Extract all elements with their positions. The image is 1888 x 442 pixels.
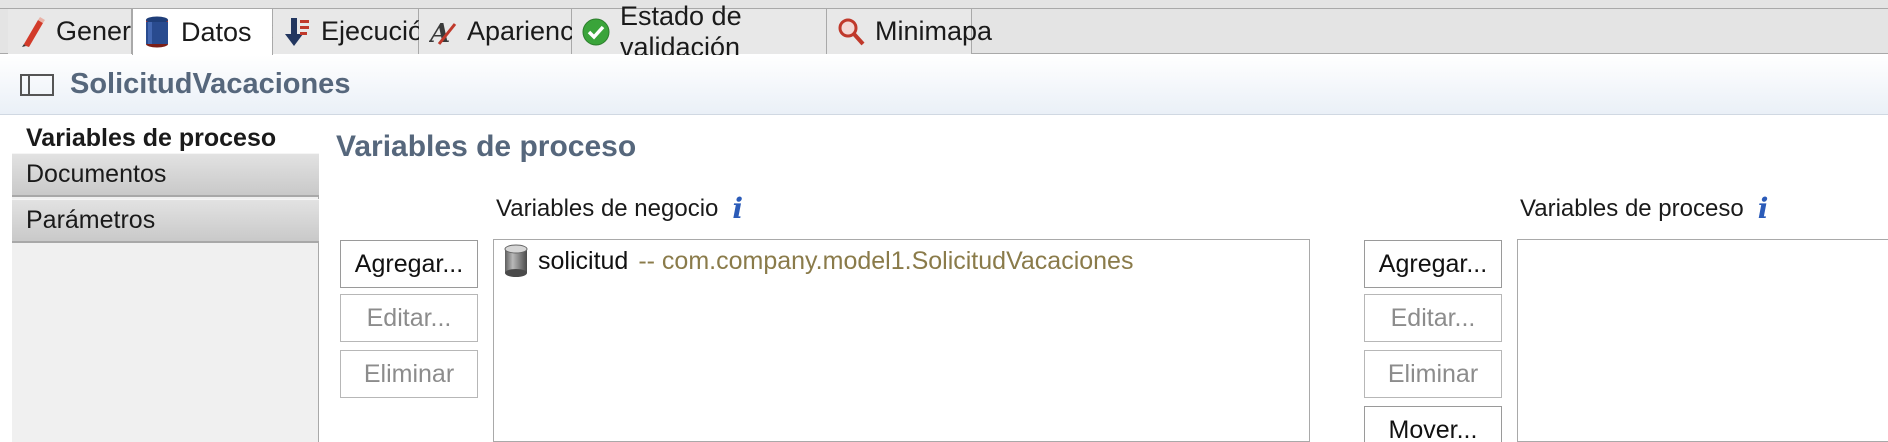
tab-estado-validacion[interactable]: Estado de validación xyxy=(572,1,827,62)
editor-title: SolicitudVacaciones xyxy=(70,68,351,100)
section-nav: Variables de proceso Documentos Parámetr… xyxy=(12,117,319,442)
section-title: Variables de proceso xyxy=(336,130,637,163)
process-variables-label: Variables de proceso i xyxy=(1520,192,1768,225)
editor-header: SolicitudVacaciones xyxy=(0,55,1888,115)
variable-icon xyxy=(504,244,528,278)
tab-label: Estado de validación xyxy=(620,0,742,62)
appearance-icon: A xyxy=(427,16,457,49)
process-move-button[interactable]: Mover... xyxy=(1364,406,1502,442)
business-variables-label: Variables de negocio i xyxy=(496,192,743,225)
nav-item-label: Variables de proceso xyxy=(26,123,277,152)
business-variables-list[interactable]: solicitud -- com.company.model1.Solicitu… xyxy=(493,239,1310,442)
check-icon xyxy=(582,16,610,48)
editor-tab-bar: General Datos ✕ Ejecución xyxy=(0,0,1888,62)
process-delete-button[interactable]: Eliminar xyxy=(1364,350,1502,398)
execution-icon xyxy=(283,16,311,48)
business-add-button[interactable]: Agregar... xyxy=(340,240,478,288)
tab-ejecucion[interactable]: Ejecución xyxy=(273,9,438,54)
window-icon xyxy=(20,73,54,96)
tab-general[interactable]: General xyxy=(8,9,152,54)
list-item[interactable]: solicitud -- com.company.model1.Solicitu… xyxy=(504,244,1133,278)
info-icon[interactable]: i xyxy=(732,192,743,225)
business-delete-button[interactable]: Eliminar xyxy=(340,350,478,398)
info-icon[interactable]: i xyxy=(1758,192,1769,225)
process-add-button[interactable]: Agregar... xyxy=(1364,240,1502,288)
tab-minimapa[interactable]: Minimapa xyxy=(827,9,992,54)
pencil-icon xyxy=(18,16,46,48)
tab-label: Minimapa xyxy=(875,16,993,46)
nav-item-parametros[interactable]: Parámetros xyxy=(12,199,319,243)
nav-item-label: Documentos xyxy=(26,160,167,188)
tab-datos[interactable]: Datos ✕ xyxy=(132,9,291,55)
tab-label: Datos xyxy=(181,16,252,47)
database-icon xyxy=(143,16,171,48)
nav-item-label: Parámetros xyxy=(26,206,156,234)
nav-item-documentos[interactable]: Documentos xyxy=(12,153,319,197)
variable-type: -- com.company.model1.SolicitudVacacione… xyxy=(638,246,1134,275)
group-label-text: Variables de proceso xyxy=(1520,194,1744,222)
group-label-text: Variables de negocio xyxy=(496,194,719,222)
tab-apariencia[interactable]: A Apariencia xyxy=(419,9,595,54)
variable-name: solicitud xyxy=(538,246,629,275)
business-edit-button[interactable]: Editar... xyxy=(340,294,478,342)
process-variables-list[interactable] xyxy=(1517,239,1888,442)
magnifier-icon xyxy=(837,16,865,48)
process-edit-button[interactable]: Editar... xyxy=(1364,294,1502,342)
